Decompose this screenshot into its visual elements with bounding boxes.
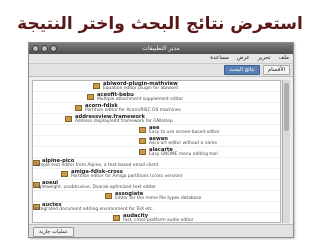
menu-item-help[interactable]: مساعدة [210,54,229,63]
page-heading: استعرض نتائج البحث واختر النتيجة المطلوب… [17,14,303,62]
menu-item-file[interactable]: ملف [279,54,289,63]
package-description: fast, cross-platform audio editor [123,218,194,223]
package-icon [105,193,112,199]
package-description: Lightweight, unobtrusive, Dvorak-optimiz… [35,185,156,190]
package-description: Easy to use screen-based editor [149,130,220,135]
package-description: Partition editor for Amiga partitions (c… [71,174,183,179]
minimize-button[interactable] [32,45,39,52]
list-item[interactable]: addressview.framework Address display/edi… [33,114,280,125]
list-item[interactable]: audacity fast, cross-platform audio edito… [33,213,280,223]
package-description: Easy GNOME menu editing tool [149,152,218,157]
list-item[interactable]: abiword-plugin-mathview Equation editor p… [33,81,280,92]
window-title: مدير التطبيقات [142,45,180,52]
package-icon [61,171,68,177]
list-item[interactable]: aoeui Lightweight, unobtrusive, Dvorak-op… [33,180,280,191]
search-results-button[interactable]: نتائج البحث [224,65,260,75]
package-description: Multiple attachment supplement editor [97,97,184,102]
package-icon [139,138,146,144]
package-description: Editor for the mime file types database [115,196,202,201]
package-description: Partition editor for Acorn/RISC OS machi… [85,108,181,113]
package-icon [113,215,120,221]
scrollbar-thumb[interactable] [284,83,289,131]
package-description: Address display/edit framework for GNUst… [75,119,173,124]
package-list[interactable]: abiword-plugin-mathview Equation editor p… [32,80,281,223]
package-description: Equation editor plugin for abiword [103,86,179,91]
list-item[interactable]: alpine-pico Simple text editor from Alpin… [33,158,280,169]
package-icon [139,149,146,155]
package-description: Ascii-art editor without a name [149,141,218,146]
menu-item-view[interactable]: عرض [237,54,250,63]
package-icon [87,94,94,100]
list-item[interactable]: aee Easy to use screen-based editor [33,125,280,136]
list-item[interactable]: assogiate Editor for the mime file types … [33,191,280,202]
menu-item-edit[interactable]: تحرير [258,54,271,63]
package-description: Integrated document editing environment … [35,207,154,212]
package-icon [75,105,82,111]
status-bar: عمليات جارية [29,224,293,237]
content-area: abiword-plugin-mathview Equation editor p… [29,78,293,225]
menu-bar: ملف تحرير عرض مساعدة [29,54,293,64]
list-item[interactable]: amiga-fdisk-cross Partition editor for Am… [33,169,280,180]
close-button[interactable] [50,45,57,52]
list-item[interactable]: aewan Ascii-art editor without a name [33,136,280,147]
package-description: Simple text editor from Alpine, a text-b… [35,163,159,168]
list-scrollbar[interactable] [282,80,290,223]
list-item[interactable]: aceofit-bebu Multiple attachment suppleme… [33,92,280,103]
package-icon [139,127,146,133]
maximize-button[interactable] [41,45,48,52]
toolbar: الأقسام نتائج البحث [29,64,293,77]
list-item[interactable]: auctex Integrated document editing enviro… [33,202,280,213]
package-icon [65,116,72,122]
categories-button[interactable]: الأقسام [262,65,290,75]
window-titlebar: مدير التطبيقات [29,43,293,54]
software-manager-window: مدير التطبيقات ملف تحرير عرض مساعدة الأق… [28,42,294,238]
list-item[interactable]: acorn-fdisk Partition editor for Acorn/RI… [33,103,280,114]
pending-operations-button[interactable]: عمليات جارية [33,227,75,237]
list-item[interactable]: alacarte Easy GNOME menu editing tool [33,147,280,158]
package-icon [93,83,100,89]
